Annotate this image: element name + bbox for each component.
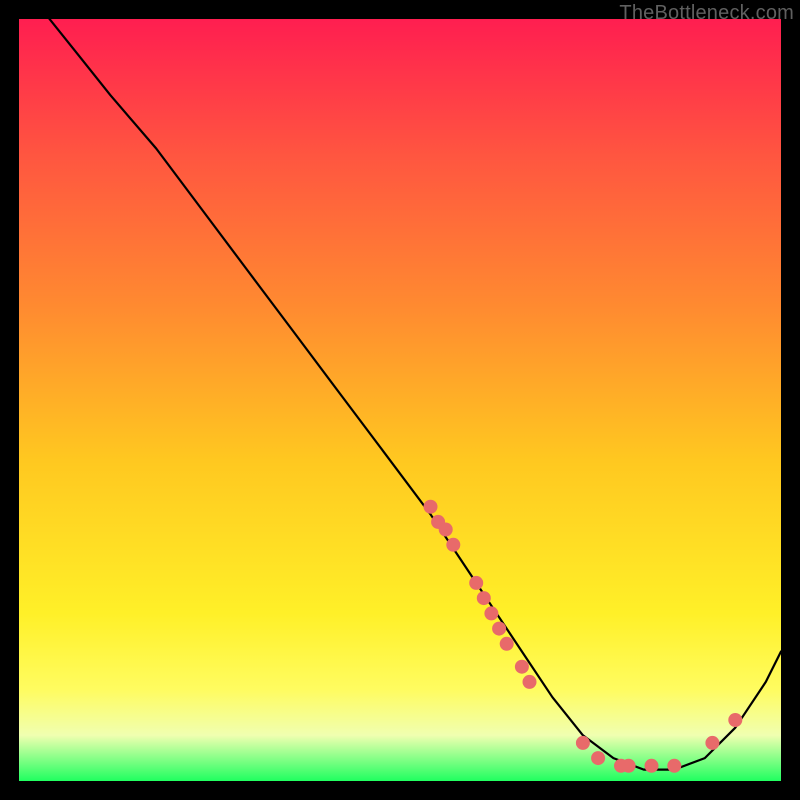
- data-point-cluster-mid-e: [500, 637, 514, 651]
- data-points-group: [424, 500, 743, 773]
- data-point-cluster-upper-a: [424, 500, 438, 514]
- data-point-rise-a: [705, 736, 719, 750]
- data-point-cluster-upper-c: [439, 523, 453, 537]
- data-point-cluster-low-b: [523, 675, 537, 689]
- data-point-trough-e: [645, 759, 659, 773]
- watermark-text: TheBottleneck.com: [619, 2, 794, 25]
- curve-line: [50, 19, 782, 770]
- data-point-cluster-upper-d: [446, 538, 460, 552]
- data-point-trough-b: [591, 751, 605, 765]
- data-point-cluster-mid-d: [492, 622, 506, 636]
- data-point-cluster-low-a: [515, 660, 529, 674]
- data-point-cluster-mid-c: [484, 606, 498, 620]
- data-point-trough-a: [576, 736, 590, 750]
- chart-svg: [19, 19, 781, 781]
- chart-frame: [19, 19, 781, 781]
- data-point-trough-f: [667, 759, 681, 773]
- data-point-trough-d: [622, 759, 636, 773]
- data-point-rise-b: [728, 713, 742, 727]
- data-point-cluster-mid-b: [477, 591, 491, 605]
- data-point-cluster-mid-a: [469, 576, 483, 590]
